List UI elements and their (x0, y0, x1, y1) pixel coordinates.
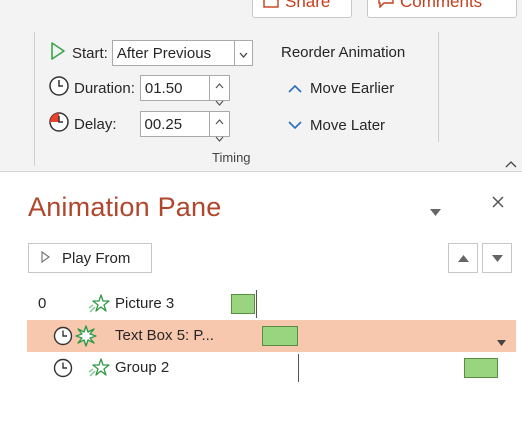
item-number: 0 (38, 295, 47, 312)
emphasis-star-icon (88, 358, 110, 383)
animation-item[interactable]: 0 Picture 3 (0, 288, 522, 320)
clock-icon (48, 75, 70, 101)
start-label: Start: (72, 44, 108, 62)
triangle-down-icon (491, 249, 503, 267)
pane-options-button[interactable] (430, 203, 441, 221)
start-row: Start: After Previous (50, 40, 253, 66)
start-dropdown-button[interactable] (234, 40, 253, 66)
share-icon (263, 0, 279, 13)
animation-pane: Animation Pane Play From 0 Picture 3 Tex… (0, 172, 522, 447)
clock-icon (53, 326, 73, 351)
emphasis-star-icon (88, 294, 110, 319)
spin-up-icon[interactable] (215, 76, 224, 93)
timing-group-label: Timing (212, 150, 251, 165)
share-button[interactable]: Share (252, 0, 352, 18)
caret-down-icon (430, 203, 441, 220)
delay-spinner[interactable] (209, 111, 230, 142)
close-pane-button[interactable] (491, 195, 505, 214)
caret-down-icon[interactable] (497, 333, 506, 351)
reorder-animation-heading: Reorder Animation (281, 44, 405, 61)
start-select[interactable]: After Previous (111, 40, 235, 66)
ribbon-timing-area: Share Comments Start: After Previous Dur… (0, 0, 522, 172)
collapse-ribbon-button[interactable] (505, 155, 517, 173)
move-down-button[interactable] (482, 243, 512, 273)
move-earlier-label: Move Earlier (310, 80, 395, 97)
start-value: After Previous (116, 44, 212, 62)
timing-bar[interactable] (231, 294, 255, 314)
chevron-down-icon (239, 45, 248, 62)
spin-up-icon[interactable] (215, 112, 224, 129)
timing-bar[interactable] (262, 326, 298, 346)
emphasis-burst-icon (75, 325, 97, 352)
timing-bar[interactable] (464, 358, 498, 378)
timeline-marker (256, 290, 257, 318)
clock-icon (53, 358, 73, 383)
chevron-up-icon (288, 80, 302, 97)
item-label: Text Box 5: P... (115, 327, 214, 344)
share-label: Share (285, 0, 331, 11)
close-icon (491, 196, 505, 213)
move-later-label: Move Later (310, 117, 386, 134)
duration-row: Duration: 01.50 (48, 75, 230, 106)
animation-item-selected[interactable]: Text Box 5: P... (27, 320, 516, 352)
delay-value: 00.25 (144, 115, 183, 133)
play-from-label: Play From (62, 249, 131, 267)
reorder-label: Reorder Animation (281, 44, 406, 61)
move-earlier-button[interactable]: Move Earlier (288, 80, 394, 97)
comment-icon (378, 0, 394, 13)
comments-label: Comments (400, 0, 483, 11)
comments-button[interactable]: Comments (367, 0, 517, 18)
animation-item[interactable]: Group 2 (0, 352, 522, 384)
duration-spinner[interactable] (209, 75, 230, 106)
delay-input[interactable]: 00.25 (139, 111, 210, 137)
duration-input[interactable]: 01.50 (139, 75, 210, 101)
group-separator (438, 32, 439, 142)
pane-title: Animation Pane (28, 192, 222, 222)
duration-value: 01.50 (144, 79, 183, 97)
start-icon (50, 41, 66, 65)
chevron-down-icon (288, 117, 302, 134)
delay-clock-icon (48, 111, 70, 137)
play-from-button[interactable]: Play From (28, 243, 152, 273)
spin-down-icon[interactable] (215, 129, 224, 146)
triangle-up-icon (457, 249, 469, 267)
play-icon (41, 250, 51, 267)
group-separator (34, 32, 35, 166)
chevron-up-icon (505, 155, 517, 172)
item-label: Picture 3 (115, 295, 175, 312)
timeline-marker (298, 354, 299, 382)
delay-label: Delay: (74, 115, 117, 133)
duration-label: Duration: (74, 79, 135, 97)
item-label: Group 2 (115, 359, 170, 376)
spin-down-icon[interactable] (215, 93, 224, 110)
move-later-button[interactable]: Move Later (288, 117, 385, 134)
move-up-button[interactable] (448, 243, 478, 273)
delay-row: Delay: 00.25 (48, 111, 230, 142)
